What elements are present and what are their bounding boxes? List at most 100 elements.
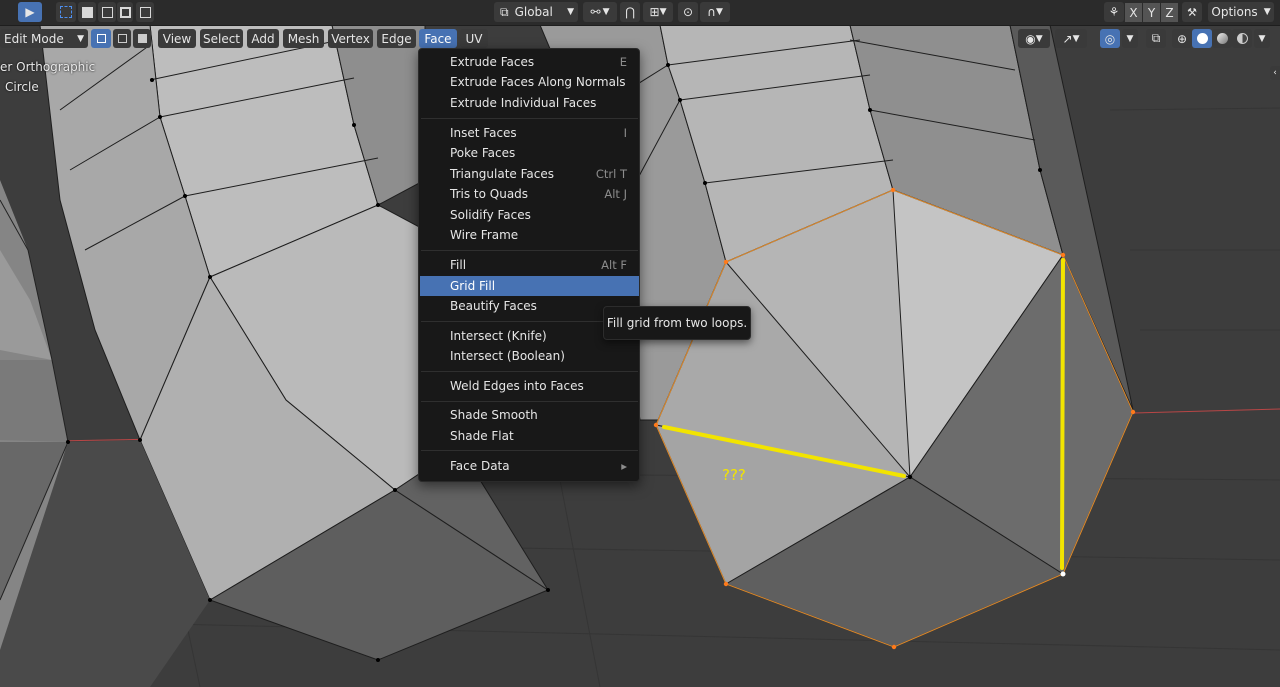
transform-orientation-dropdown[interactable]: ⧉ Global ▼ <box>494 2 578 22</box>
xray-toggle[interactable]: ⧉ <box>1146 29 1166 48</box>
axis-z-label: Z <box>1165 5 1174 20</box>
edge-select-mode-button[interactable] <box>113 29 131 48</box>
menu-label: Vertex <box>331 31 370 46</box>
mirror-y-toggle[interactable]: Y <box>1143 3 1160 22</box>
menu-item-shortcut: E <box>619 55 627 69</box>
menu-item-intersect-boolean[interactable]: Intersect (Boolean) <box>420 346 639 366</box>
menu-item-inset-faces[interactable]: Inset Faces I <box>420 123 639 143</box>
menu-item-label: Shade Smooth <box>450 408 538 422</box>
auto-merge-toggle[interactable]: ⚒ <box>1182 2 1202 22</box>
chevron-down-icon: ▼ <box>1263 7 1271 17</box>
3d-viewport[interactable]: ??? <box>0 0 1280 687</box>
rendered-sphere-icon <box>1236 33 1248 44</box>
menu-separator <box>421 450 638 451</box>
wireframe-shading-button[interactable]: ⊕ <box>1172 29 1192 48</box>
menu-item-face-data[interactable]: Face Data ▸ <box>420 456 639 476</box>
overlays-dropdown[interactable]: ▼ <box>1122 29 1138 48</box>
subtract-icon <box>101 6 113 18</box>
intersect-icon <box>139 6 151 18</box>
shading-options-dropdown[interactable]: ▼ <box>1254 29 1270 48</box>
mode-value: Edit Mode <box>4 31 64 46</box>
proportional-edit-icon: ⊙ <box>682 5 694 19</box>
menu-item-extrude-faces-along-normals[interactable]: Extrude Faces Along Normals <box>420 72 639 92</box>
eye-icon: ◉ <box>1025 31 1036 46</box>
menu-edge[interactable]: Edge <box>377 29 416 48</box>
solid-sphere-icon <box>1196 33 1208 44</box>
menu-add[interactable]: Add <box>247 29 279 48</box>
submenu-arrow-icon: ▸ <box>621 459 627 473</box>
options-dropdown[interactable]: Options ▼ <box>1208 2 1274 22</box>
menu-item-extrude-individual-faces[interactable]: Extrude Individual Faces <box>420 93 639 113</box>
menu-item-solidify-faces[interactable]: Solidify Faces <box>420 205 639 225</box>
snap-grid-icon: ⊞ <box>649 5 660 19</box>
orientation-icon: ⧉ <box>500 4 509 19</box>
menu-item-label: Poke Faces <box>450 146 516 160</box>
menu-item-extrude-faces[interactable]: Extrude Faces E <box>420 52 639 72</box>
snap-toggle[interactable]: ⋂ <box>620 2 640 22</box>
falloff-dropdown[interactable]: ∩ ▼ <box>700 2 730 22</box>
sidebar-toggle[interactable]: ‹ <box>1270 66 1280 80</box>
menu-label: UV <box>465 31 483 46</box>
snap-element-dropdown[interactable]: ⊞ ▼ <box>643 2 673 22</box>
rendered-shading-button[interactable] <box>1232 29 1252 48</box>
menu-item-label: Intersect (Boolean) <box>450 349 565 363</box>
face-menu-dropdown: Extrude Faces E Extrude Faces Along Norma… <box>418 48 640 482</box>
select-mode-new-button[interactable] <box>56 2 76 22</box>
vertex-select-mode-button[interactable] <box>91 29 111 48</box>
menu-label: Add <box>251 31 275 46</box>
menu-item-label: Shade Flat <box>450 429 514 443</box>
chevron-down-icon: ▼ <box>1072 33 1080 44</box>
gizmo-dropdown[interactable]: ↗ ▼ <box>1055 29 1087 48</box>
menu-select[interactable]: Select <box>200 29 243 48</box>
select-mode-extend-button[interactable] <box>78 2 96 22</box>
menu-item-poke-faces[interactable]: Poke Faces <box>420 143 639 163</box>
mirror-toggle[interactable]: ⚘ <box>1104 2 1124 22</box>
menu-view[interactable]: View <box>158 29 196 48</box>
menu-item-label: Solidify Faces <box>450 208 531 222</box>
chevron-down-icon: ▼ <box>659 7 667 17</box>
mirror-x-toggle[interactable]: X <box>1125 3 1142 22</box>
menu-item-weld-edges-into-faces[interactable]: Weld Edges into Faces <box>420 376 639 396</box>
menu-label: View <box>162 31 192 46</box>
select-mode-intersect-button[interactable] <box>136 2 154 22</box>
chevron-left-icon: ‹ <box>1273 68 1277 78</box>
menu-item-fill[interactable]: Fill Alt F <box>420 255 639 275</box>
menu-item-shade-smooth[interactable]: Shade Smooth <box>420 405 639 425</box>
face-select-icon <box>137 34 147 43</box>
mirror-z-toggle[interactable]: Z <box>1161 3 1178 22</box>
menu-item-tris-to-quads[interactable]: Tris to Quads Alt J <box>420 184 639 204</box>
chevron-down-icon: ▼ <box>1258 33 1266 44</box>
material-shading-button[interactable] <box>1212 29 1232 48</box>
pivot-point-dropdown[interactable]: ⚯ ▼ <box>583 2 617 22</box>
invert-icon <box>119 6 131 18</box>
menu-face[interactable]: Face <box>419 29 457 48</box>
select-mode-invert-button[interactable] <box>117 2 133 22</box>
overlays-toggle[interactable]: ◎ <box>1100 29 1120 48</box>
proportional-edit-toggle[interactable]: ⊙ <box>678 2 698 22</box>
menu-item-wire-frame[interactable]: Wire Frame <box>420 225 639 245</box>
menu-vertex[interactable]: Vertex <box>328 29 373 48</box>
menu-mesh[interactable]: Mesh <box>283 29 324 48</box>
menu-item-shade-flat[interactable]: Shade Flat <box>420 426 639 446</box>
chevron-down-icon: ▼ <box>1035 33 1043 44</box>
annotation-text: ??? <box>722 466 746 484</box>
menu-item-triangulate-faces[interactable]: Triangulate Faces Ctrl T <box>420 164 639 184</box>
chevron-down-icon: ▼ <box>602 7 610 17</box>
select-tool-button[interactable]: ▶ <box>18 2 42 22</box>
cursor-icon: ▶ <box>25 5 35 19</box>
mode-dropdown[interactable]: Edit Mode ▼ <box>0 29 88 48</box>
menu-item-label: Face Data <box>450 459 510 473</box>
menu-item-grid-fill[interactable]: Grid Fill <box>420 276 639 296</box>
chevron-down-icon: ▼ <box>567 7 574 17</box>
view-name-label: er Orthographic <box>0 60 96 74</box>
face-select-mode-button[interactable] <box>133 29 151 48</box>
center-vertex <box>907 474 913 480</box>
extend-icon <box>81 6 93 18</box>
solid-shading-button[interactable] <box>1192 29 1212 48</box>
visibility-dropdown[interactable]: ◉ ▼ <box>1018 29 1050 48</box>
select-mode-subtract-button[interactable] <box>98 2 116 22</box>
menu-item-label: Tris to Quads <box>450 187 529 201</box>
menu-item-label: Wire Frame <box>450 228 519 242</box>
options-label: Options <box>1211 5 1258 19</box>
menu-uv[interactable]: UV <box>460 29 488 48</box>
